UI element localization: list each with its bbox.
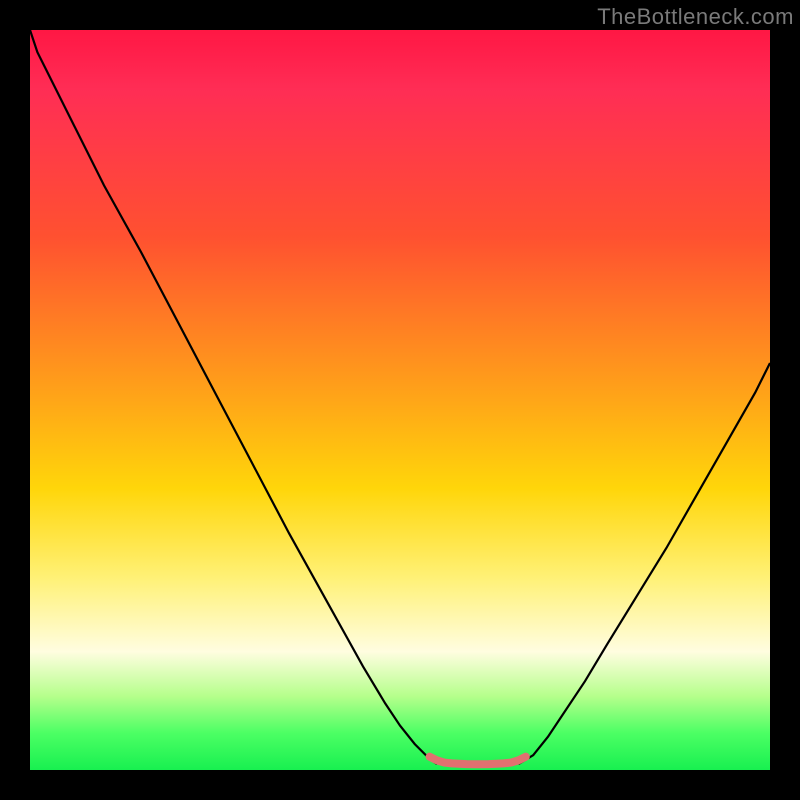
- chart-frame: TheBottleneck.com: [0, 0, 800, 800]
- curve-left-branch: [30, 30, 437, 764]
- plot-area: [30, 30, 770, 770]
- curve-layer: [30, 30, 770, 770]
- curve-right-branch: [518, 363, 770, 764]
- watermark-text: TheBottleneck.com: [597, 4, 794, 30]
- curve-floor-accent: [430, 757, 526, 765]
